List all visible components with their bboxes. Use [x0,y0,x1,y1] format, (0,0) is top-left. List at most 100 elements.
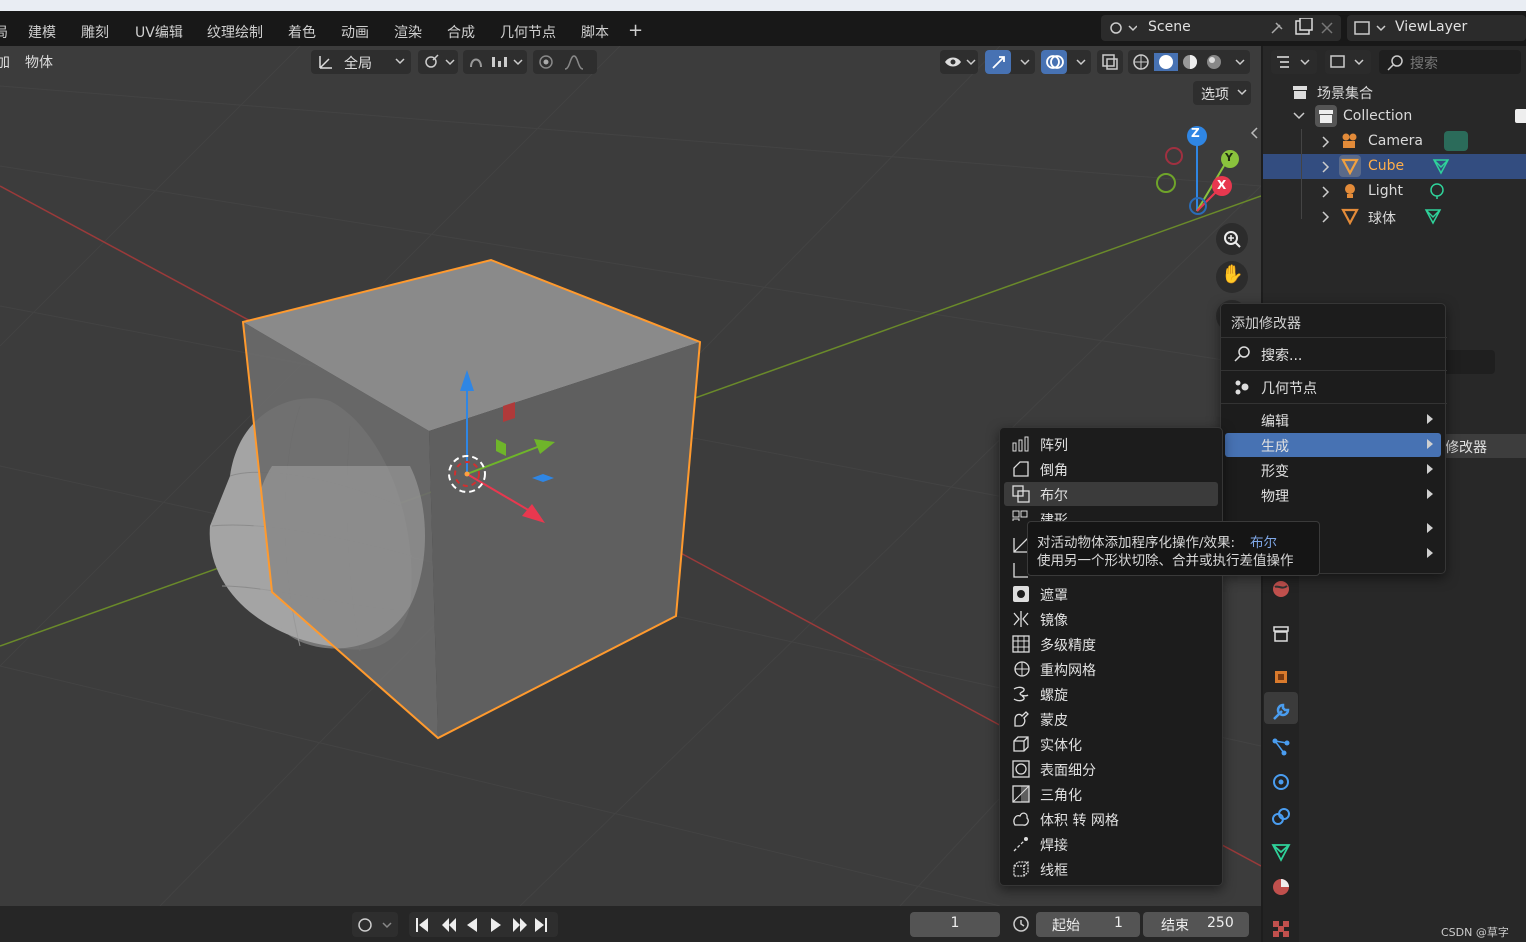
world-icon[interactable] [1268,576,1294,602]
props-search-field[interactable] [1443,350,1495,374]
modifier-subdivision[interactable]: 表面细分 [1004,757,1218,781]
particles-icon[interactable] [1268,734,1294,760]
wrench-icon[interactable] [1268,699,1294,725]
outliner-item-camera[interactable]: Camera [1263,129,1526,154]
modifier-mirror[interactable]: 镜像 [1004,607,1218,631]
gizmo-y-label: Y [1225,151,1233,164]
expand-right-icon[interactable] [1321,136,1331,148]
category-deform[interactable]: 形变 [1225,458,1441,482]
mesh-data-icon[interactable] [1423,207,1443,225]
modifier-weld-label: 焊接 [1040,838,1068,854]
gizmo-z-label: Z [1191,126,1200,140]
start-frame-field[interactable]: 起始 1 [1036,912,1140,937]
outliner-item-light[interactable]: Light [1263,179,1526,204]
gizmo-toggle[interactable] [985,50,1035,74]
zoom-icon [1224,231,1241,248]
tab-uv-editing[interactable]: UV编辑 [135,22,183,42]
physics-icon[interactable] [1268,769,1294,795]
modifier-weld[interactable]: 焊接 [1004,832,1218,856]
close-scene-icon[interactable] [1319,20,1335,36]
modifier-volume-to-mesh[interactable]: 体积 转 网格 [1004,807,1218,831]
snap-controls[interactable] [463,50,527,74]
modifier-multires[interactable]: 多级精度 [1004,632,1218,656]
proportional-edit[interactable] [533,50,597,74]
camera-data-icon[interactable] [1444,131,1468,151]
texture-icon[interactable] [1268,916,1294,942]
cube-object[interactable] [241,258,702,740]
mesh-data-props-icon[interactable] [1268,839,1294,865]
pin-icon[interactable] [1266,19,1286,37]
display-mode-dropdown[interactable] [1271,50,1317,74]
object-props-icon[interactable] [1268,664,1294,690]
modifier-bevel-label: 倒角 [1040,463,1068,479]
new-scene-icon[interactable] [1293,18,1313,38]
tab-geometry-nodes[interactable]: 几何节点 [500,22,556,42]
tab-texture-paint[interactable]: 纹理绘制 [207,22,263,42]
scene-selector[interactable]: Scene [1101,15,1341,41]
outliner-item-cube[interactable]: Cube [1263,154,1526,179]
material-icon[interactable] [1268,874,1294,900]
scene-collection-row[interactable]: 场景集合 [1263,79,1526,104]
tab-compositing[interactable]: 合成 [447,22,475,42]
light-data-icon[interactable] [1427,182,1447,200]
category-edit[interactable]: 编辑 [1225,408,1441,432]
object-menu[interactable]: 物体 [25,52,53,72]
modifier-remesh[interactable]: 重构网格 [1004,657,1218,681]
modifier-mask[interactable]: 遮罩 [1004,582,1218,606]
viewlayer-selector[interactable]: ViewLayer [1347,15,1526,41]
add-modifier-button[interactable]: 修改器 [1443,434,1526,458]
modifier-bevel[interactable]: 倒角 [1004,457,1218,481]
tab-animation[interactable]: 动画 [341,22,369,42]
modifier-boolean[interactable]: 布尔 [1004,482,1218,506]
expand-right-icon[interactable] [1321,211,1331,223]
options-dropdown[interactable]: 选项 [1193,81,1251,105]
shading-mode-group[interactable] [1128,50,1250,74]
mesh-data-icon[interactable] [1431,157,1451,175]
pivot-dropdown[interactable] [418,50,458,74]
menu-title: 添加修改器 [1231,316,1301,332]
category-physics[interactable]: 物理 [1225,483,1441,507]
add-menu[interactable]: 加 [0,52,10,72]
constraints-icon[interactable] [1268,804,1294,830]
playback-controls[interactable] [409,912,558,937]
tab-shading[interactable]: 着色 [288,22,316,42]
modifier-wireframe[interactable]: 线框 [1004,857,1218,881]
add-workspace-icon[interactable]: + [628,20,643,41]
tab-modeling[interactable]: 建模 [28,22,56,42]
collection-props-icon[interactable] [1268,621,1294,647]
submenu-arrow-icon [1427,439,1433,449]
keying-dropdown[interactable] [352,912,398,937]
outliner-search[interactable]: 搜索 [1379,50,1521,74]
modifier-array[interactable]: 阵列 [1004,432,1218,456]
tab-scripting[interactable]: 脚本 [581,22,609,42]
outliner-item-sphere[interactable]: 球体 [1263,204,1526,229]
tab-rendering[interactable]: 渲染 [394,22,422,42]
expand-chevron-icon[interactable] [1293,111,1305,121]
modifier-triangulate[interactable]: 三角化 [1004,782,1218,806]
visibility-dropdown[interactable] [940,50,978,74]
current-frame-field[interactable]: 1 [910,912,1000,937]
expand-right-icon[interactable] [1321,186,1331,198]
collection-checkbox[interactable] [1515,109,1526,123]
wireframe-icon [1013,861,1029,877]
menu-geometry-nodes[interactable]: 几何节点 [1225,375,1441,399]
menu-search[interactable]: 搜索... [1225,342,1441,366]
modifier-skin[interactable]: 蒙皮 [1004,707,1218,731]
filter-dropdown[interactable] [1325,50,1371,74]
category-generate[interactable]: 生成 [1225,433,1441,457]
orientation-dropdown[interactable]: 全局 [311,50,411,74]
modifier-build[interactable]: 建形 [1004,507,1218,521]
collection-row[interactable]: Collection [1263,104,1526,129]
modifier-screw[interactable]: 螺旋 [1004,682,1218,706]
clock-icon[interactable] [1010,913,1032,935]
overlay-toggle[interactable] [1041,50,1091,74]
pivot-icon [425,54,455,68]
end-frame-field[interactable]: 结束 250 [1143,912,1249,937]
sidebar-toggle-icon[interactable] [1249,126,1259,140]
expand-right-icon[interactable] [1321,161,1331,173]
modifier-multires-label: 多级精度 [1040,638,1096,654]
xray-toggle[interactable] [1097,50,1123,74]
tab-sculpt[interactable]: 雕刻 [81,22,109,42]
modifier-solidify[interactable]: 实体化 [1004,732,1218,756]
tab-layout-partial[interactable]: 局 [0,22,8,42]
